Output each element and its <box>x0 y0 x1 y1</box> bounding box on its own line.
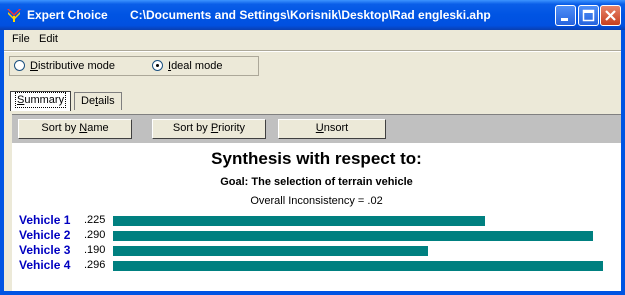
bar-2 <box>113 231 593 241</box>
sort-by-priority-button[interactable]: Sort by Priority <box>152 119 266 139</box>
window-title-app: Expert Choice <box>27 8 108 22</box>
title-bar[interactable]: Expert Choice C:\Documents and Settings\… <box>0 0 625 30</box>
tab-strip: Summary Details <box>4 91 621 114</box>
bar-label-2: Vehicle 2 <box>19 228 71 242</box>
inconsistency-label: Overall Inconsistency = .02 <box>250 195 383 207</box>
bar-value-4: .296 <box>84 259 106 271</box>
minimize-button[interactable] <box>555 5 576 26</box>
bar-3 <box>113 246 428 256</box>
sort-toolbar: Sort by Name Sort by Priority Unsort <box>12 114 621 144</box>
maximize-icon <box>582 9 595 22</box>
mode-selector: Distributive mode Ideal mode <box>9 56 259 76</box>
ideal-mode-label[interactable]: Ideal mode <box>168 60 222 72</box>
bar-value-2: .290 <box>84 229 106 241</box>
bar-1 <box>113 216 485 226</box>
close-icon <box>605 10 616 21</box>
window-title-path: C:\Documents and Settings\Korisnik\Deskt… <box>130 8 491 22</box>
menu-bar: File Edit <box>4 30 621 49</box>
bar-4 <box>113 261 603 271</box>
unsort-button[interactable]: Unsort <box>278 119 386 139</box>
app-window: Expert Choice C:\Documents and Settings\… <box>0 0 625 295</box>
radio-selected-dot <box>156 64 159 67</box>
bar-value-3: .190 <box>84 244 106 256</box>
bar-value-1: .225 <box>84 214 106 226</box>
synthesis-title: Synthesis with respect to: <box>211 149 422 168</box>
distributive-mode-label[interactable]: Distributive mode <box>30 60 115 72</box>
ideal-mode-radio[interactable] <box>152 60 163 71</box>
close-button[interactable] <box>600 5 621 26</box>
distributive-mode-radio[interactable] <box>14 60 25 71</box>
tab-details-label: Details <box>81 95 115 107</box>
minimize-icon <box>561 18 568 21</box>
maximize-button[interactable] <box>578 5 599 26</box>
synthesis-panel: Synthesis with respect to: Goal: The sel… <box>12 143 621 291</box>
bar-label-1: Vehicle 1 <box>19 213 71 227</box>
expert-choice-logo-icon <box>7 9 21 22</box>
tab-details[interactable]: Details <box>74 92 122 110</box>
menu-file[interactable]: File <box>12 33 30 45</box>
sort-by-name-button[interactable]: Sort by Name <box>18 119 132 139</box>
tab-summary-label: Summary <box>14 92 67 108</box>
menu-edit[interactable]: Edit <box>39 33 58 45</box>
priority-bar-chart: Vehicle 1 .225 Vehicle 2 .290 Vehicle 3 .190 V… <box>12 213 621 283</box>
goal-label: Goal: The selection of terrain vehicle <box>220 176 413 188</box>
tab-summary[interactable]: Summary <box>10 91 72 111</box>
bar-label-3: Vehicle 3 <box>19 243 71 257</box>
menu-divider <box>4 50 621 52</box>
bar-label-4: Vehicle 4 <box>19 258 71 272</box>
